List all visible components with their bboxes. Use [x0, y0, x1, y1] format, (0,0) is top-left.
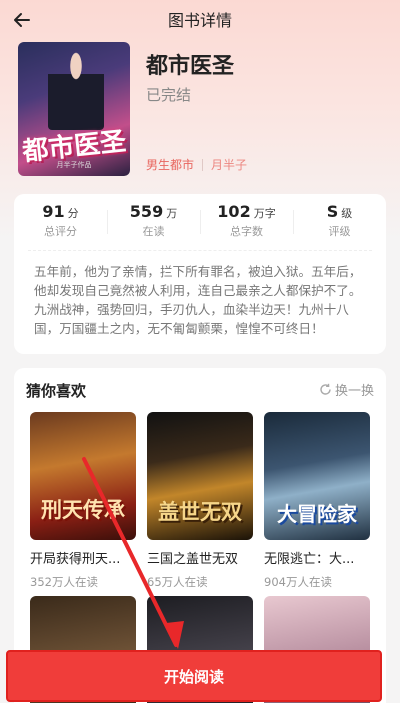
book-status: 已完结 [146, 86, 192, 104]
book-cover-image: 刑天传承 [30, 412, 136, 540]
cover-art-text: 大冒险家 [277, 502, 357, 526]
book-tags: 男生都市 月半子 [146, 156, 247, 173]
book-info-card: 91 分 总评分 559 万 在读 102 万字 总字数 S 级 评级 五年前，… [14, 194, 386, 354]
stat-value: 559 [129, 202, 164, 221]
refresh-button[interactable]: 换一换 [319, 380, 374, 399]
book-description[interactable]: 五年前，他为了亲情，拦下所有罪名，被迫入狱。五年后，他却发现自己竟然被人利用，连… [34, 262, 372, 338]
stat-unit: 分 [67, 207, 79, 220]
tag-divider [202, 158, 204, 171]
stat-label: 评级 [328, 225, 351, 238]
book-name: 开局获得刑天... [30, 552, 121, 567]
book-name: 无限逃亡：大... [264, 552, 355, 567]
book-name: 三国之盖世无双 [147, 552, 239, 567]
recommended-book[interactable]: 盖世无双 三国之盖世无双 65万人在读 [147, 412, 255, 590]
stat-value: 102 [217, 202, 251, 221]
stat-rating: 91 分 总评分 [14, 202, 107, 246]
recommendation-title: 猜你喜欢 [26, 382, 87, 400]
recommended-book[interactable]: 刑天传承 开局获得刑天... 352万人在读 [30, 412, 138, 590]
stat-word-count: 102 万字 总字数 [200, 202, 293, 246]
stat-unit: 万字 [253, 207, 276, 220]
book-cover-image: 大冒险家 [264, 412, 370, 540]
cover-art-text: 盖世无双 [158, 499, 242, 524]
stat-label: 总字数 [230, 225, 263, 238]
page-title: 图书详情 [167, 11, 232, 30]
cover-author-text: 月半子作品 [56, 161, 92, 169]
start-reading-button[interactable]: 开始阅读 [6, 650, 382, 702]
stat-value: 91 [42, 202, 65, 221]
stat-value: S [326, 202, 339, 221]
recommended-book[interactable]: 大冒险家 无限逃亡：大... 904万人在读 [264, 412, 372, 590]
stat-label: 总评分 [44, 225, 77, 238]
stats-row: 91 分 总评分 559 万 在读 102 万字 总字数 S 级 评级 [14, 194, 386, 246]
refresh-icon [320, 383, 331, 395]
stat-label: 在读 [142, 225, 165, 238]
book-title: 都市医圣 [146, 54, 235, 79]
book-cover-image: 盖世无双 [147, 412, 253, 540]
author-tag[interactable]: 月半子 [211, 156, 247, 173]
stat-unit: 级 [341, 207, 353, 220]
stats-divider [28, 250, 372, 251]
stat-readers: 559 万 在读 [107, 202, 200, 246]
top-bar: 图书详情 [0, 0, 400, 38]
cover-figure [48, 50, 104, 130]
book-readers: 352万人在读 [30, 575, 98, 589]
stat-unit: 万 [166, 207, 178, 220]
back-arrow-icon[interactable] [10, 8, 34, 32]
book-readers: 904万人在读 [264, 575, 332, 589]
genre-tag[interactable]: 男生都市 [146, 156, 194, 173]
stat-grade: S 级 评级 [293, 202, 386, 246]
book-readers: 65万人在读 [147, 575, 208, 589]
cover-art-text: 刑天传承 [41, 497, 125, 522]
refresh-label: 换一换 [334, 384, 374, 399]
book-cover: 都市医圣 月半子作品 [18, 42, 130, 176]
